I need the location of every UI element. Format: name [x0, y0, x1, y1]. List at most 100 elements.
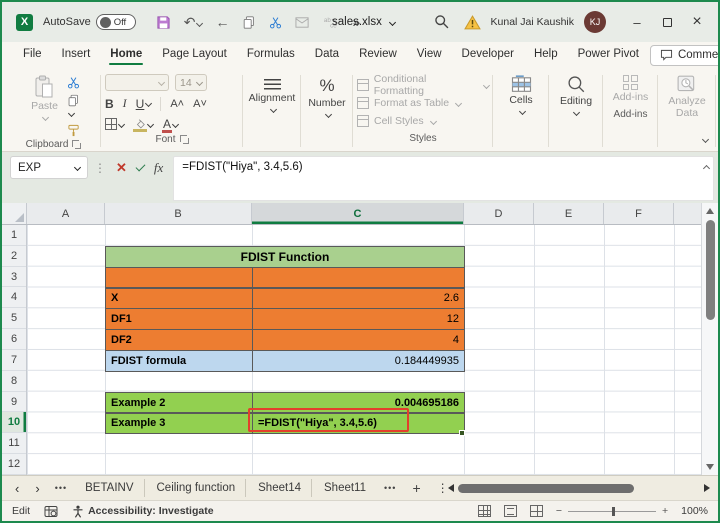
accessibility-status[interactable]: Accessibility: Investigate [72, 505, 213, 518]
sheet-overflow-right-icon[interactable]: ••• [378, 483, 402, 493]
macro-record-icon[interactable] [44, 505, 58, 518]
cut-button[interactable] [67, 76, 81, 89]
copy-icon[interactable] [242, 15, 256, 30]
normal-view-icon[interactable] [478, 505, 491, 517]
scroll-left-icon[interactable] [448, 484, 454, 492]
horizontal-scroll-thumb[interactable] [458, 484, 634, 493]
user-name[interactable]: Kunal Jai Kaushik [491, 16, 574, 28]
tab-developer[interactable]: Developer [453, 44, 523, 66]
tab-page-layout[interactable]: Page Layout [153, 44, 236, 66]
cell-b5-df1-label[interactable]: DF1 [105, 308, 253, 330]
row-header-5[interactable]: 5 [2, 308, 26, 329]
select-all-button[interactable] [2, 203, 27, 224]
cell-c3[interactable] [252, 267, 465, 289]
format-painter-button[interactable] [67, 124, 81, 137]
zoom-slider-knob[interactable] [612, 507, 615, 516]
tab-file[interactable]: File [14, 44, 51, 66]
vertical-scrollbar[interactable] [701, 203, 718, 475]
cancel-icon[interactable]: ✕ [116, 160, 127, 176]
search-icon[interactable] [434, 14, 449, 29]
column-header-d[interactable]: D [464, 203, 534, 224]
editing-button[interactable]: Editing [555, 72, 597, 118]
cells-button[interactable]: Cells [504, 72, 537, 117]
column-header-c[interactable]: C [252, 203, 464, 224]
font-name-select[interactable] [105, 74, 169, 91]
sheet-overflow-left-icon[interactable]: ••• [49, 483, 73, 493]
cell-b9-example2-label[interactable]: Example 2 [105, 392, 253, 414]
cell-b2-title[interactable]: FDIST Function [105, 246, 465, 268]
vertical-scroll-thumb[interactable] [706, 220, 715, 320]
page-layout-view-icon[interactable] [504, 505, 517, 517]
page-break-view-icon[interactable] [530, 505, 543, 517]
scroll-up-icon[interactable] [706, 208, 714, 214]
tab-help[interactable]: Help [525, 44, 567, 66]
scroll-right-icon[interactable] [704, 484, 710, 492]
sheet-cells[interactable]: 1 2 3 4 5 6 7 8 9 10 11 12 FDIST Functio… [2, 225, 718, 475]
horizontal-scrollbar[interactable] [448, 480, 710, 496]
zoom-level[interactable]: 100% [681, 505, 708, 517]
column-header-b[interactable]: B [105, 203, 252, 224]
column-header-f[interactable]: F [604, 203, 674, 224]
font-size-select[interactable]: 14 [175, 74, 207, 91]
minimize-button[interactable]: – [622, 5, 652, 39]
row-header-1[interactable]: 1 [2, 225, 26, 246]
row-header-11[interactable]: 11 [2, 433, 26, 454]
copy-button[interactable] [67, 94, 81, 119]
tab-review[interactable]: Review [350, 44, 406, 66]
zoom-slider[interactable] [568, 511, 656, 512]
maximize-button[interactable] [652, 5, 682, 39]
enter-check-icon[interactable] [135, 161, 145, 171]
name-box[interactable]: EXP [10, 156, 88, 179]
formula-input[interactable]: =FDIST("Hiya", 3.4,5.6) [173, 156, 714, 201]
undo-button[interactable]: ↶ [184, 15, 203, 30]
sheet-tab-betainv[interactable]: BETAINV [75, 479, 144, 497]
cell-styles-button[interactable]: Cell Styles [357, 112, 489, 130]
cell-b3[interactable] [105, 267, 253, 289]
excel-logo-icon[interactable]: X [16, 14, 33, 31]
conditional-formatting-button[interactable]: Conditional Formatting [357, 76, 489, 94]
close-button[interactable]: × [682, 5, 712, 39]
avatar[interactable]: KJ [584, 11, 606, 33]
row-header-7[interactable]: 7 [2, 350, 26, 371]
cell-c5-df1-value[interactable]: 12 [252, 308, 465, 330]
cell-b10-example3-label[interactable]: Example 3 [105, 413, 253, 435]
bold-button[interactable]: B [105, 97, 114, 111]
new-sheet-button[interactable]: + [404, 480, 428, 496]
autosave-control[interactable]: AutoSave Off [43, 14, 136, 30]
cell-b7-formula-label[interactable]: FDIST formula [105, 350, 253, 372]
formula-bar-collapse-icon[interactable] [702, 162, 709, 174]
row-header-6[interactable]: 6 [2, 329, 26, 350]
row-header-3[interactable]: 3 [2, 267, 26, 288]
cell-c7-formula-value[interactable]: 0.184449935 [252, 350, 465, 372]
row-header-8[interactable]: 8 [2, 371, 26, 392]
row-header-4[interactable]: 4 [2, 287, 26, 308]
comments-button[interactable]: Comments [650, 45, 720, 66]
number-button[interactable]: % Number [303, 73, 350, 120]
sheet-tab-ceiling-function[interactable]: Ceiling function [147, 479, 247, 497]
column-header-e[interactable]: E [534, 203, 604, 224]
grow-font-button[interactable]: A˄ [170, 98, 184, 110]
row-header-10[interactable]: 10 [2, 412, 26, 433]
italic-button[interactable]: I [123, 96, 127, 111]
row-header-2[interactable]: 2 [2, 246, 26, 267]
paste-button[interactable]: Paste [26, 72, 63, 123]
font-color-button[interactable]: A [163, 117, 178, 131]
zoom-in-button[interactable]: + [662, 505, 668, 517]
row-header-12[interactable]: 12 [2, 454, 26, 475]
cell-b4-x-label[interactable]: X [105, 288, 253, 310]
fill-color-button[interactable] [134, 119, 153, 130]
cell-b6-df2-label[interactable]: DF2 [105, 329, 253, 351]
save-icon[interactable] [156, 15, 171, 30]
tab-data[interactable]: Data [306, 44, 348, 66]
autosave-toggle[interactable]: Off [96, 14, 136, 30]
addins-button[interactable]: Add-ins [608, 72, 654, 107]
collapse-ribbon-button[interactable] [701, 133, 708, 145]
alignment-button[interactable]: Alignment [244, 76, 301, 115]
row-header-9[interactable]: 9 [2, 392, 26, 413]
tab-power-pivot[interactable]: Power Pivot [569, 44, 648, 66]
borders-button[interactable] [105, 118, 124, 130]
underline-button[interactable]: U [136, 97, 152, 111]
scroll-down-icon[interactable] [706, 464, 714, 470]
cell-c4-x-value[interactable]: 2.6 [252, 288, 465, 310]
insert-function-icon[interactable]: fx [154, 160, 163, 176]
